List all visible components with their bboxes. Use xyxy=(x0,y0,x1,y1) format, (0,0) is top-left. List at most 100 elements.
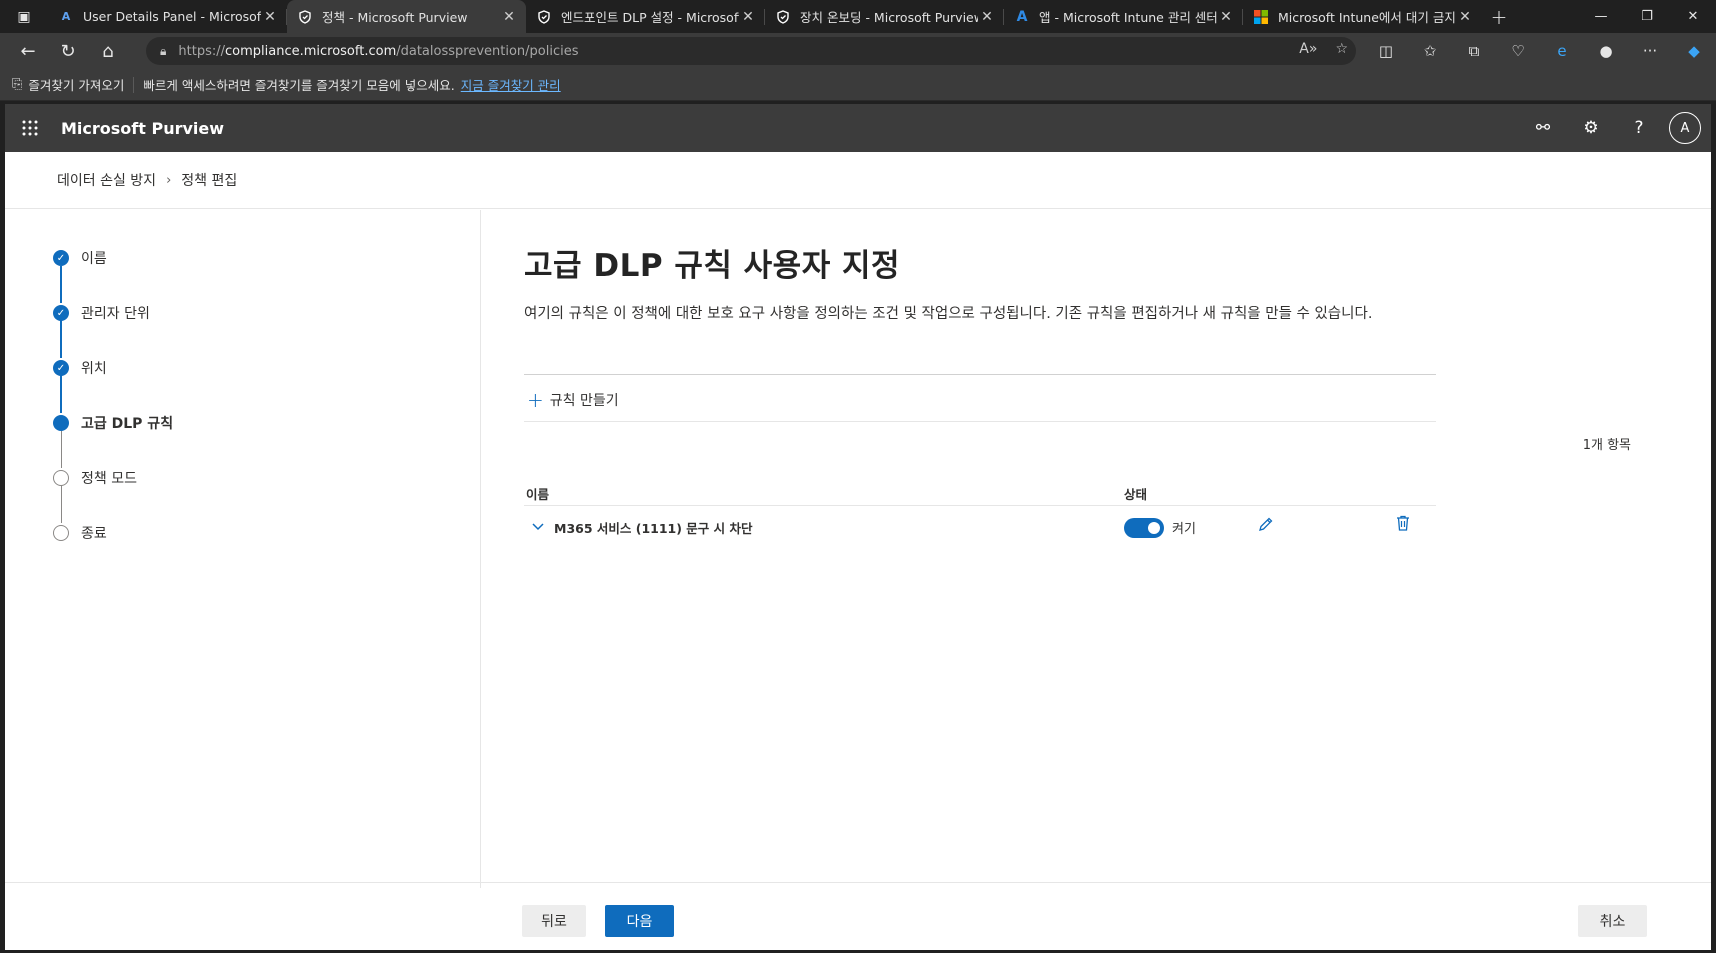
browser-essentials-icon[interactable]: ♡ xyxy=(1496,33,1540,69)
back-button[interactable]: 뒤로 xyxy=(522,905,586,937)
minimize-icon[interactable]: — xyxy=(1578,0,1624,33)
tab-close-icon[interactable]: ✕ xyxy=(261,9,279,25)
edge-icon[interactable]: e xyxy=(1540,33,1584,69)
tab-title: User Details Panel - Microsoft 365 xyxy=(83,9,261,24)
wizard-step-policy-mode[interactable]: 정책 모드 xyxy=(53,468,137,488)
step-label: 관리자 단위 xyxy=(81,306,150,322)
refresh-icon[interactable]: ↻ xyxy=(48,33,88,69)
url-text: https://compliance.microsoft.com/datalos… xyxy=(178,43,579,59)
favorites-hint: 빠르게 액세스하려면 즐겨찾기를 즐겨찾기 모음에 넣으세요. xyxy=(143,78,455,93)
create-rule-label: 규칙 만들기 xyxy=(549,393,619,409)
window-controls: — ❐ ✕ xyxy=(1578,0,1716,33)
app-name[interactable]: Microsoft Purview xyxy=(61,119,224,138)
step-connector xyxy=(61,485,62,523)
home-icon[interactable]: ⌂ xyxy=(88,33,128,69)
app-launcher-icon[interactable] xyxy=(5,120,55,136)
back-arrow-icon[interactable]: ← xyxy=(8,33,48,69)
browser-tab-intune-apps[interactable]: A 앱 - Microsoft Intune 관리 센터 ✕ xyxy=(1004,0,1243,33)
edit-pencil-icon[interactable] xyxy=(1258,516,1274,537)
column-header-status[interactable]: 상태 xyxy=(1124,484,1147,503)
tab-close-icon[interactable]: ✕ xyxy=(500,9,518,25)
tab-title: Microsoft Intune에서 대기 금지 앱 xyxy=(1278,10,1456,25)
current-step-dot-icon xyxy=(53,415,69,431)
pending-step-circle-icon xyxy=(53,525,69,541)
avatar[interactable]: A xyxy=(1669,112,1701,144)
favorites-icon[interactable]: ✩ xyxy=(1408,33,1452,69)
step-connector xyxy=(60,320,62,358)
tab-close-icon[interactable]: ✕ xyxy=(978,9,996,25)
copilot-icon[interactable]: ◆ xyxy=(1672,33,1716,69)
wizard-step-admin-units[interactable]: ✓ 관리자 단위 xyxy=(53,303,150,323)
create-rule-button[interactable]: + 규칙 만들기 xyxy=(527,386,619,414)
browser-tab-endpoint-dlp[interactable]: 엔드포인트 DLP 설정 - Microsoft ✕ xyxy=(526,0,765,33)
shield-favicon-icon xyxy=(536,9,552,25)
wizard-step-advanced-dlp-rules[interactable]: 고급 DLP 규칙 xyxy=(53,413,173,433)
tab-title: 정책 - Microsoft Purview xyxy=(322,10,468,25)
rule-status-label: 켜기 xyxy=(1172,522,1196,537)
divider xyxy=(524,505,1436,506)
step-connector xyxy=(60,375,62,413)
import-favorites-button[interactable]: 즐겨찾기 가져오기 xyxy=(28,75,124,94)
import-favorites-icon: ⎘ xyxy=(12,77,23,92)
wizard-step-name[interactable]: ✓ 이름 xyxy=(53,248,107,268)
step-label: 종료 xyxy=(81,526,107,542)
favorites-bar: ⎘ 즐겨찾기 가져오기 빠르게 액세스하려면 즐겨찾기를 즐겨찾기 모음에 넣으… xyxy=(0,69,1716,101)
browser-tab-device-onboarding[interactable]: 장치 온보딩 - Microsoft Purview ✕ xyxy=(765,0,1004,33)
settings-gear-icon[interactable]: ⚙ xyxy=(1567,118,1615,138)
column-header-name[interactable]: 이름 xyxy=(526,484,549,503)
checkmark-icon: ✓ xyxy=(53,305,69,321)
divider xyxy=(524,421,1436,422)
table-row[interactable]: M365 서비스 (1111) 문구 시 차단 켜기 xyxy=(524,507,1436,547)
purview-app: Microsoft Purview ⚯ ⚙ ? A 데이터 손실 방지 › 정책… xyxy=(5,104,1711,950)
tab-actions-icon[interactable]: ▣ xyxy=(0,0,48,33)
item-count: 1개 항목 xyxy=(1582,438,1631,453)
browser-nav-bar: ← ↻ ⌂ 🔒︎ https://compliance.microsoft.co… xyxy=(0,33,1716,69)
read-aloud-icon[interactable]: A» xyxy=(1299,41,1317,57)
collections-icon[interactable]: ⧉ xyxy=(1452,33,1496,69)
favorite-star-icon[interactable]: ☆ xyxy=(1335,41,1348,57)
manage-favorites-link[interactable]: 지금 즐겨찾기 관리 xyxy=(461,75,561,94)
wizard-step-locations[interactable]: ✓ 위치 xyxy=(53,358,107,378)
profile-icon[interactable]: ● xyxy=(1584,33,1628,69)
restore-icon[interactable]: ❐ xyxy=(1624,0,1670,33)
cancel-button[interactable]: 취소 xyxy=(1578,905,1647,937)
wizard-footer: 뒤로 다음 취소 xyxy=(5,882,1711,950)
wizard-content: 고급 DLP 규칙 사용자 지정 여기의 규칙은 이 정책에 대한 보호 요구 … xyxy=(481,210,1711,888)
tab-close-icon[interactable]: ✕ xyxy=(739,9,757,25)
wizard-step-finish[interactable]: 종료 xyxy=(53,523,107,543)
close-window-icon[interactable]: ✕ xyxy=(1670,0,1716,33)
browser-tab-policies[interactable]: 정책 - Microsoft Purview ✕ xyxy=(287,0,526,33)
wizard-steps: ✓ 이름 ✓ 관리자 단위 ✓ 위치 고급 DLP 규칙 정책 모드 종료 xyxy=(5,210,481,888)
step-connector xyxy=(61,430,62,468)
next-button[interactable]: 다음 xyxy=(605,905,674,937)
page-title: 고급 DLP 규칙 사용자 지정 xyxy=(524,248,901,284)
help-icon[interactable]: ? xyxy=(1615,118,1663,138)
plus-icon: + xyxy=(527,388,544,412)
tab-title: 장치 온보딩 - Microsoft Purview xyxy=(800,10,978,25)
more-options-icon[interactable]: ··· xyxy=(1628,33,1672,69)
split-screen-icon[interactable]: ◫ xyxy=(1364,33,1408,69)
tab-close-icon[interactable]: ✕ xyxy=(1456,9,1474,25)
browser-tab-user-details[interactable]: A User Details Panel - Microsoft 365 ✕ xyxy=(48,0,287,33)
delete-trash-icon[interactable] xyxy=(1396,515,1410,536)
shield-favicon-icon xyxy=(775,9,791,25)
step-label: 고급 DLP 규칙 xyxy=(81,416,174,432)
browser-tab-intune-blocked[interactable]: Microsoft Intune에서 대기 금지 앱 ✕ xyxy=(1243,0,1482,33)
chevron-right-icon: › xyxy=(166,172,172,188)
lock-icon[interactable]: 🔒︎ xyxy=(160,44,166,59)
address-bar[interactable]: 🔒︎ https://compliance.microsoft.com/data… xyxy=(146,37,1356,65)
wizard: ✓ 이름 ✓ 관리자 단위 ✓ 위치 고급 DLP 규칙 정책 모드 종료 고급… xyxy=(5,210,1711,888)
rule-name: M365 서비스 (1111) 문구 시 차단 xyxy=(554,520,753,536)
step-label: 위치 xyxy=(81,361,107,377)
breadcrumb-parent[interactable]: 데이터 손실 방지 xyxy=(57,170,156,190)
shield-favicon-icon xyxy=(297,9,313,25)
chevron-down-icon[interactable] xyxy=(532,520,548,534)
new-tab-icon[interactable]: + xyxy=(1482,0,1516,33)
divider xyxy=(524,374,1436,375)
rule-status-toggle[interactable] xyxy=(1124,518,1164,538)
share-icon[interactable]: ⚯ xyxy=(1519,118,1567,138)
page-description: 여기의 규칙은 이 정책에 대한 보호 요구 사항을 정의하는 조건 및 작업으… xyxy=(524,306,1373,322)
pending-step-circle-icon xyxy=(53,470,69,486)
breadcrumb: 데이터 손실 방지 › 정책 편집 xyxy=(5,152,1711,209)
tab-close-icon[interactable]: ✕ xyxy=(1217,9,1235,25)
